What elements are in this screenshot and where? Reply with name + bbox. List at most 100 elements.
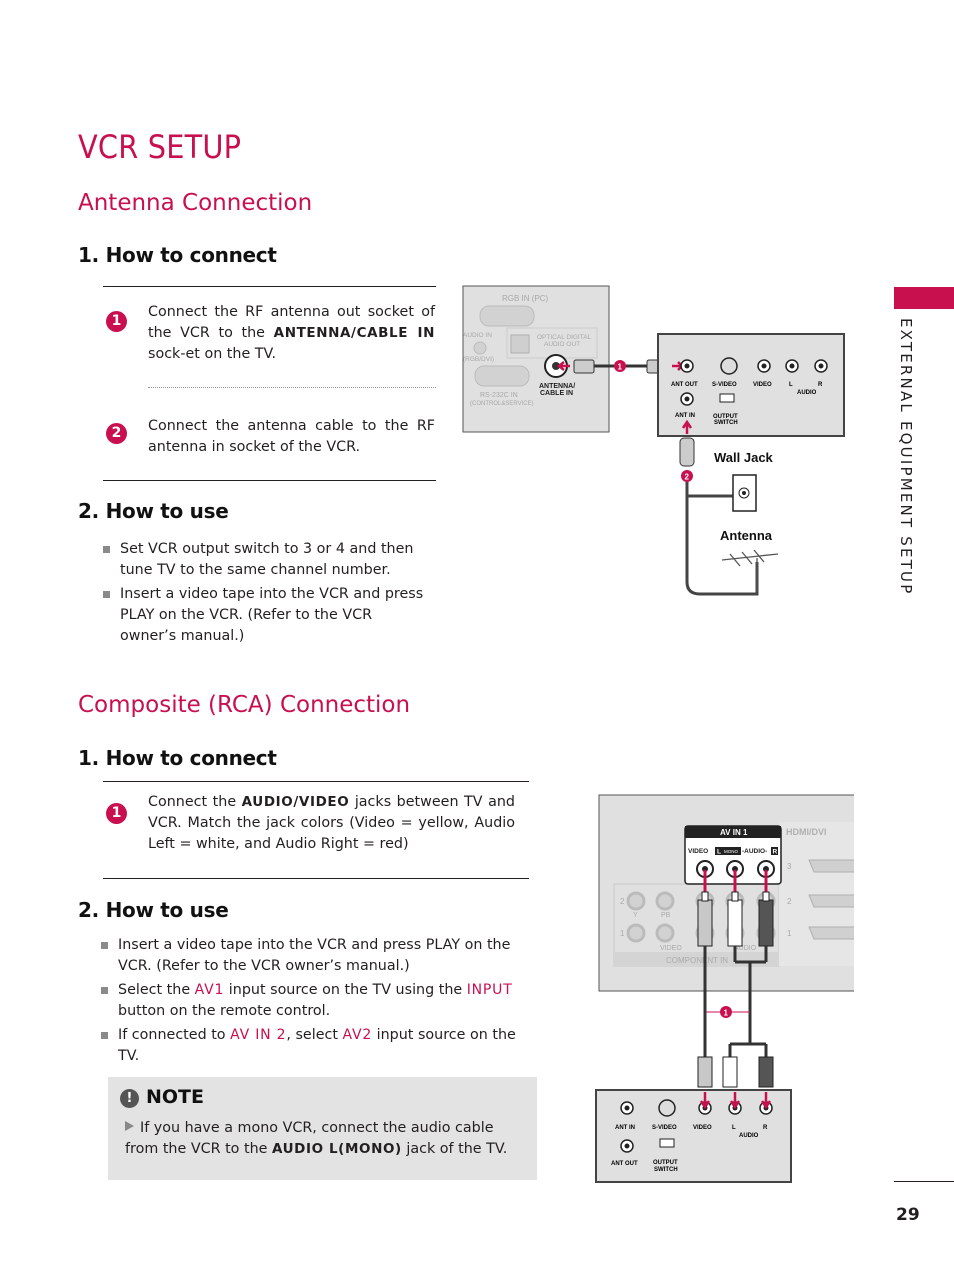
svg-text:AUDIO IN: AUDIO IN bbox=[463, 332, 492, 339]
svg-text:SWITCH: SWITCH bbox=[714, 420, 738, 426]
divider bbox=[103, 480, 436, 481]
hdmi-logo: HDMI/DVI bbox=[786, 827, 827, 837]
bullet-square-icon bbox=[101, 987, 108, 994]
antenna-icon bbox=[721, 549, 779, 592]
composite-use-list: Insert a video tape into the VCR and pre… bbox=[98, 935, 538, 1070]
svg-text:S-VIDEO: S-VIDEO bbox=[652, 1125, 677, 1131]
tv-back-panel: RGB IN (PC) AUDIO IN (RGB/DVI) OPTICAL D… bbox=[462, 285, 610, 433]
bullet-square-icon bbox=[103, 591, 110, 598]
svg-text:AV IN 1: AV IN 1 bbox=[720, 828, 748, 837]
svg-text:VIDEO: VIDEO bbox=[688, 848, 708, 855]
audio-r-plug-icon bbox=[758, 899, 774, 947]
antenna-use-list: Set VCR output switch to 3 or 4 and then… bbox=[100, 539, 425, 650]
output-switch-icon bbox=[659, 1138, 675, 1148]
svg-text:R: R bbox=[773, 849, 778, 856]
antenna-step-1-text: Connect the RF antenna out socket of the… bbox=[148, 304, 436, 362]
svg-text:RS-232C IN: RS-232C IN bbox=[480, 392, 518, 399]
dotted-divider bbox=[148, 387, 436, 388]
svg-text:ANT IN: ANT IN bbox=[675, 413, 695, 419]
tv-back-panel: COMPONENT IN 2 1 Y PB VIDEO AUDIO HDMI/D… bbox=[598, 794, 854, 992]
svg-text:L: L bbox=[717, 849, 721, 856]
rf-cable-1: 1 bbox=[556, 359, 668, 374]
list-item: If connected to AV IN 2, select AV2 inpu… bbox=[98, 1025, 538, 1067]
svg-text:R: R bbox=[818, 382, 823, 388]
svg-text:COMPONENT IN: COMPONENT IN bbox=[666, 956, 728, 965]
svg-text:MONO: MONO bbox=[724, 849, 738, 854]
svg-text:CABLE IN: CABLE IN bbox=[540, 390, 573, 397]
divider bbox=[103, 878, 529, 879]
svg-text:ANTENNA/: ANTENNA/ bbox=[539, 383, 575, 390]
video-plug-icon bbox=[697, 899, 713, 947]
s-video-jack-icon bbox=[658, 1099, 676, 1117]
composite-how-to-use-heading: 2. How to use bbox=[78, 898, 229, 922]
audio-in-jack-icon bbox=[473, 341, 487, 355]
page-number: 29 bbox=[896, 1205, 920, 1225]
svg-text:1: 1 bbox=[787, 929, 792, 938]
note-text: If you have a mono VCR, connect the audi… bbox=[125, 1120, 508, 1157]
step-number-badge: 1 bbox=[106, 803, 127, 824]
list-item: Insert a video tape into the VCR and pre… bbox=[98, 935, 538, 977]
svg-text:R: R bbox=[763, 1125, 768, 1131]
page-title: VCR SETUP bbox=[78, 128, 242, 166]
svg-text:1: 1 bbox=[620, 929, 625, 938]
svg-text:ANT OUT: ANT OUT bbox=[611, 1161, 638, 1167]
bullet-square-icon bbox=[101, 942, 108, 949]
svg-text:1: 1 bbox=[618, 363, 623, 372]
optical-port-icon bbox=[510, 334, 530, 354]
svg-text:L: L bbox=[732, 1125, 736, 1131]
keyword-av2: AV2 bbox=[342, 1027, 373, 1043]
keyword-audio-l-mono: AUDIO L(MONO) bbox=[271, 1141, 402, 1157]
composite-connection-heading: Composite (RCA) Connection bbox=[78, 692, 411, 718]
keyword-audio-video: AUDIO/VIDEO bbox=[241, 794, 350, 810]
s-video-jack-icon bbox=[720, 357, 738, 375]
svg-text:AUDIO: AUDIO bbox=[797, 390, 817, 396]
svg-text:2: 2 bbox=[787, 897, 792, 906]
composite-how-to-connect-heading: 1. How to connect bbox=[78, 746, 277, 770]
svg-text:2: 2 bbox=[685, 473, 690, 482]
svg-text:1: 1 bbox=[724, 1009, 729, 1018]
footer-divider bbox=[894, 1181, 954, 1182]
triangle-bullet-icon bbox=[125, 1121, 134, 1131]
antenna-connection-heading: Antenna Connection bbox=[78, 190, 313, 216]
svg-text:2: 2 bbox=[620, 897, 625, 906]
section-side-label: EXTERNAL EQUIPMENT SETUP bbox=[897, 318, 915, 596]
audio-l-plug-icon bbox=[727, 899, 743, 947]
bullet-square-icon bbox=[101, 1032, 108, 1039]
hdmi-ports bbox=[808, 859, 854, 940]
divider bbox=[103, 286, 436, 287]
svg-text:-AUDIO-: -AUDIO- bbox=[742, 848, 767, 855]
exclamation-icon: ! bbox=[120, 1089, 139, 1108]
svg-text:(RGB/DVI): (RGB/DVI) bbox=[463, 356, 494, 363]
composite-step-1-text: Connect the AUDIO/VIDEO jacks between TV… bbox=[148, 794, 516, 852]
wall-jack-label: Wall Jack bbox=[714, 450, 774, 465]
antenna-step-2-text: Connect the antenna cable to the RF ante… bbox=[148, 418, 435, 455]
step-number-badge: 1 bbox=[106, 311, 127, 332]
output-switch-icon bbox=[719, 393, 735, 403]
antenna-connection-diagram: RGB IN (PC) AUDIO IN (RGB/DVI) OPTICAL D… bbox=[462, 285, 845, 596]
keyword-antenna-cable-in: ANTENNA/CABLE IN bbox=[273, 325, 436, 341]
antenna-how-to-use-heading: 2. How to use bbox=[78, 499, 229, 523]
svg-text:SWITCH: SWITCH bbox=[654, 1167, 678, 1173]
step-number-badge: 2 bbox=[106, 423, 127, 444]
svg-text:3: 3 bbox=[787, 862, 792, 871]
svg-text:ANT OUT: ANT OUT bbox=[671, 382, 698, 388]
svg-text:(CONTROL&SERVICE): (CONTROL&SERVICE) bbox=[470, 401, 534, 407]
rf-cable-2: 2 Wall Jack Antenna bbox=[679, 437, 779, 596]
label-rgb-in: RGB IN (PC) bbox=[502, 294, 549, 303]
keyword-input: INPUT bbox=[466, 982, 513, 998]
list-item: Select the AV1 input source on the TV us… bbox=[98, 980, 538, 1022]
keyword-av1: AV1 bbox=[194, 982, 225, 998]
rs232-port-icon bbox=[474, 365, 530, 387]
vcr-back-panel: ANT OUT S-VIDEO VIDEO L R AUDIO ANT IN O… bbox=[657, 333, 845, 437]
svg-text:ANT IN: ANT IN bbox=[615, 1125, 635, 1131]
note-title: NOTE bbox=[146, 1086, 204, 1108]
svg-text:OUTPUT: OUTPUT bbox=[653, 1160, 678, 1166]
antenna-label: Antenna bbox=[720, 528, 773, 543]
svg-text:AUDIO OUT: AUDIO OUT bbox=[544, 341, 580, 348]
antenna-how-to-connect-heading: 1. How to connect bbox=[78, 243, 277, 267]
vcr-back-panel: ANT IN S-VIDEO VIDEO L R AUDIO ANT OUT O… bbox=[595, 1089, 792, 1183]
svg-text:PB: PB bbox=[661, 912, 671, 919]
composite-connection-diagram: COMPONENT IN 2 1 Y PB VIDEO AUDIO HDMI/D… bbox=[595, 794, 854, 1183]
keyword-av-in-2: AV IN 2 bbox=[230, 1027, 287, 1043]
section-tab-marker bbox=[894, 287, 954, 309]
